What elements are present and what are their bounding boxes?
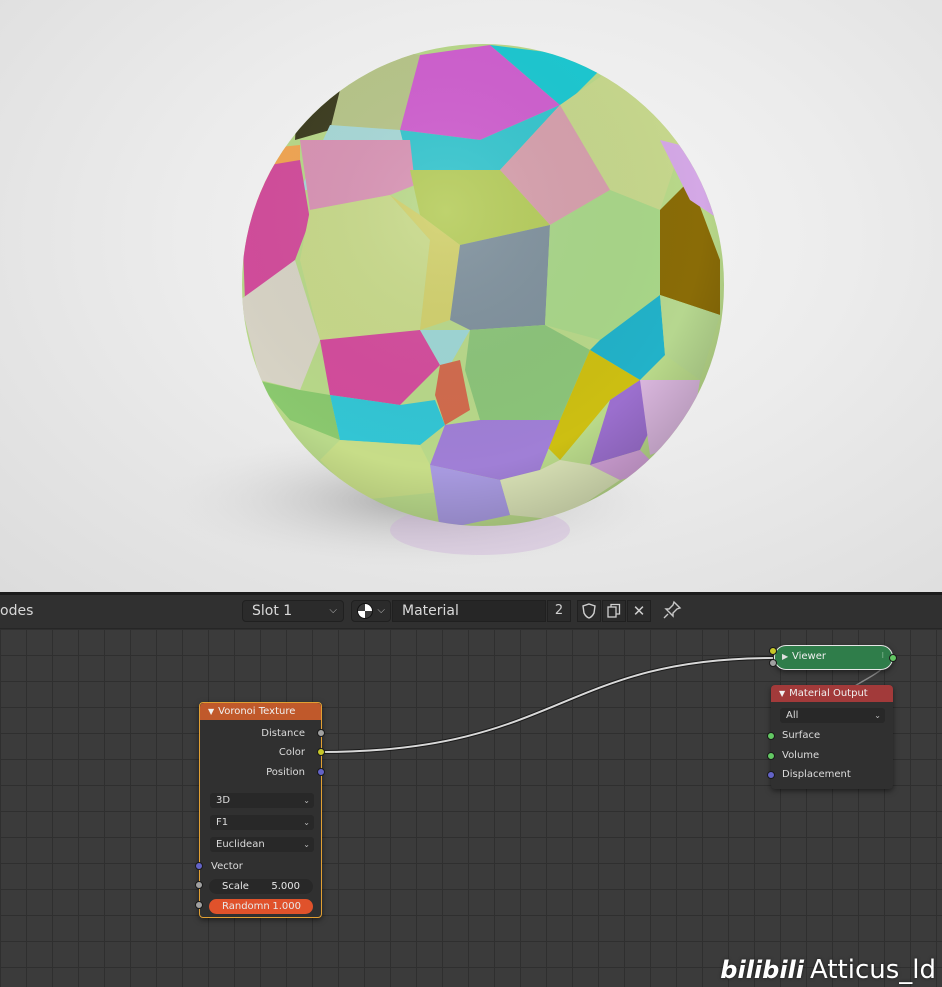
scale-label: Scale <box>222 881 249 892</box>
new-material-button[interactable] <box>602 600 626 622</box>
pin-icon <box>663 600 682 619</box>
distance-output-socket[interactable] <box>317 729 325 737</box>
collapse-arrow-icon[interactable]: ▼ <box>208 707 214 716</box>
editor-type-label[interactable]: odes <box>0 603 33 619</box>
expand-arrow-icon[interactable]: ▶ <box>782 652 788 661</box>
output-position-label: Position <box>266 767 305 778</box>
color-output-socket[interactable] <box>317 748 325 756</box>
position-output-socket[interactable] <box>317 768 325 776</box>
chevron-down-icon: ⌄ <box>874 711 881 720</box>
sphere-preview-icon <box>357 603 373 619</box>
randomness-input-socket[interactable] <box>195 901 203 909</box>
output-target-dropdown[interactable]: All ⌄ <box>780 708 885 723</box>
collapse-arrow-icon[interactable]: ▼ <box>779 689 785 698</box>
user-count: 2 <box>554 603 564 618</box>
distance-metric-dropdown[interactable]: Euclidean ⌄ <box>210 837 314 852</box>
dimensions-value: 3D <box>216 795 231 806</box>
volume-input-socket[interactable] <box>767 752 775 760</box>
node-title: Voronoi Texture <box>218 706 296 717</box>
chevron-down-icon: ⌵ <box>377 605 385 616</box>
output-distance-label: Distance <box>261 728 305 739</box>
copy-icon <box>607 603 621 618</box>
node-title: Material Output <box>789 688 868 699</box>
viewer-value-input-socket[interactable] <box>769 659 777 667</box>
unlink-material-button[interactable]: ✕ <box>627 600 651 622</box>
chevron-down-icon: ⌵ <box>329 605 337 616</box>
output-target-value: All <box>786 710 799 721</box>
node-title: Viewer <box>792 651 826 662</box>
bilibili-logo: bilibili <box>720 956 804 984</box>
watermark-username: Atticus_ld <box>810 955 936 985</box>
input-displacement-label: Displacement <box>782 769 851 780</box>
close-icon: ✕ <box>632 602 646 620</box>
viewer-node[interactable]: ▶ Viewer ⁝ <box>774 645 893 670</box>
viewer-grip-icon: ⁝ <box>881 651 884 660</box>
user-count-button[interactable]: 2 <box>547 600 571 622</box>
node-editor-canvas[interactable]: ▼ Voronoi Texture Distance Color Position… <box>0 629 942 987</box>
distance-metric-value: Euclidean <box>216 839 265 850</box>
voronoi-texture-node[interactable]: ▼ Voronoi Texture Distance Color Position… <box>199 702 322 918</box>
scale-value: 5.000 <box>271 881 300 892</box>
input-vector-label: Vector <box>211 861 243 872</box>
feature-value: F1 <box>216 817 229 828</box>
pin-button[interactable] <box>662 600 684 622</box>
viewer-color-input-socket[interactable] <box>769 647 777 655</box>
chevron-down-icon: ⌄ <box>303 796 310 805</box>
randomness-field[interactable]: Randomn 1.000 <box>209 899 313 914</box>
watermark: bilibili Atticus_ld <box>720 955 936 985</box>
vector-input-socket[interactable] <box>195 862 203 870</box>
node-title-bar[interactable]: ▼ Material Output <box>771 685 893 702</box>
surface-input-socket[interactable] <box>767 732 775 740</box>
slot-label: Slot 1 <box>252 603 293 619</box>
dimensions-dropdown[interactable]: 3D ⌄ <box>210 793 314 808</box>
material-name-field[interactable]: Material <box>392 600 546 622</box>
displacement-input-socket[interactable] <box>767 771 775 779</box>
shield-icon <box>582 603 596 619</box>
input-volume-label: Volume <box>782 750 820 761</box>
material-name: Material <box>402 603 459 619</box>
voronoi-sphere-render <box>160 44 724 570</box>
randomness-value: 1.000 <box>272 901 301 912</box>
fake-user-button[interactable] <box>577 600 601 622</box>
feature-dropdown[interactable]: F1 ⌄ <box>210 815 314 830</box>
slot-dropdown[interactable]: Slot 1 ⌵ <box>242 600 344 622</box>
3d-viewport-render[interactable] <box>0 0 942 592</box>
viewer-output-socket[interactable] <box>889 654 897 662</box>
chevron-down-icon: ⌄ <box>303 840 310 849</box>
output-color-label: Color <box>278 747 305 758</box>
node-title-bar[interactable]: ▼ Voronoi Texture <box>200 703 321 720</box>
scale-field[interactable]: Scale 5.000 <box>209 879 313 894</box>
scale-input-socket[interactable] <box>195 881 203 889</box>
material-output-node[interactable]: ▼ Material Output All ⌄ Surface Volume Dis… <box>771 685 893 789</box>
node-link-wire <box>320 656 894 754</box>
chevron-down-icon: ⌄ <box>303 818 310 827</box>
input-surface-label: Surface <box>782 730 821 741</box>
material-browse-button[interactable]: ⌵ <box>351 600 391 622</box>
node-editor-header: odes Slot 1 ⌵ ⌵ Material 2 ✕ <box>0 595 942 629</box>
randomness-label: Randomn <box>222 901 270 912</box>
